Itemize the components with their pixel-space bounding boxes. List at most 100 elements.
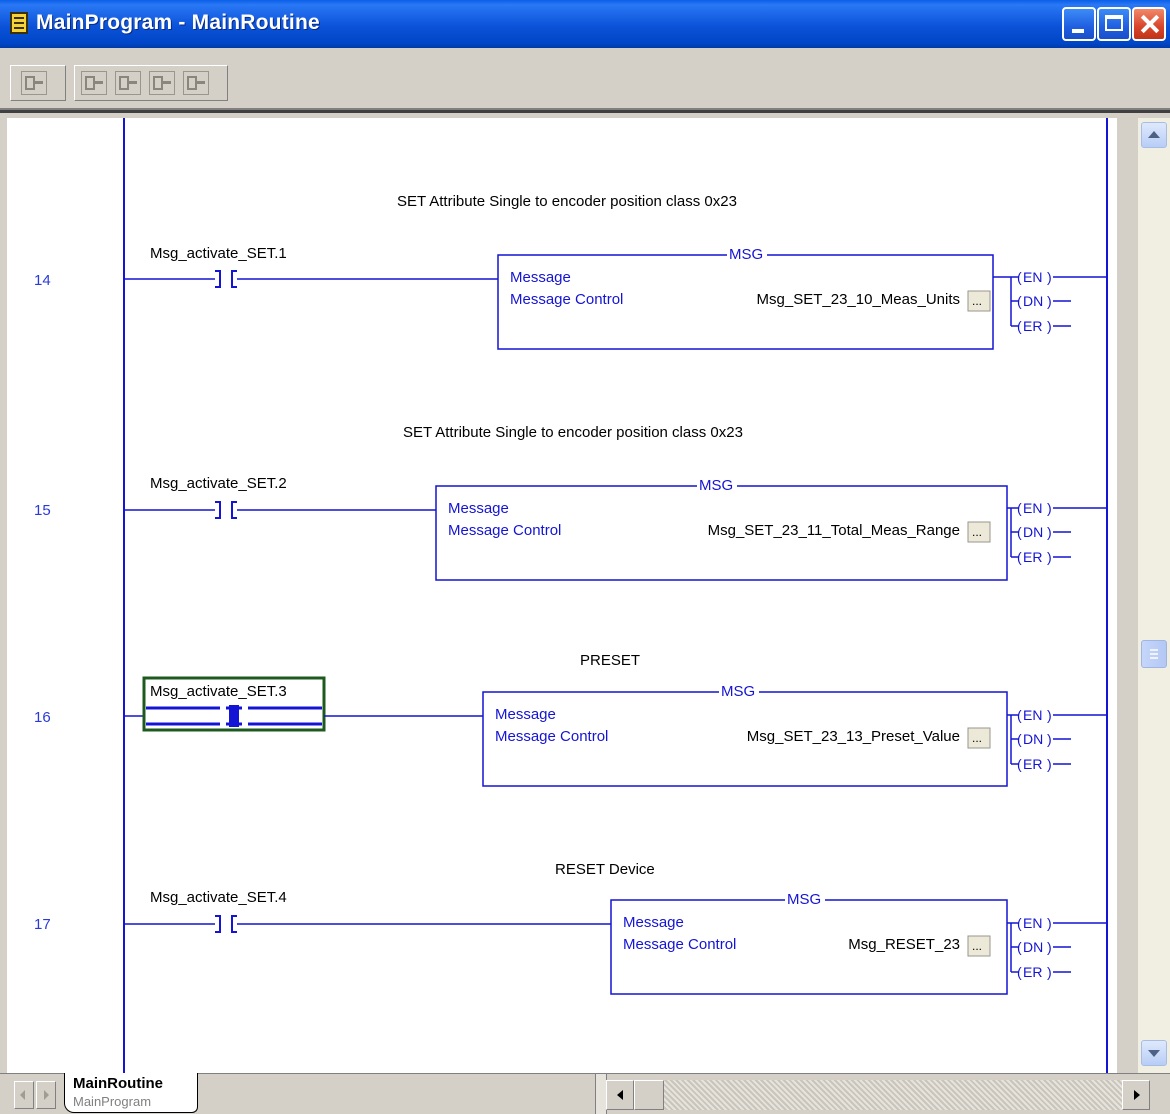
routine-tab-program: MainProgram: [73, 1094, 152, 1109]
browse-button[interactable]: ...: [967, 290, 991, 312]
msg-control-tag: Msg_SET_23_13_Preset_Value: [747, 728, 960, 745]
svg-text:(: (: [1017, 756, 1022, 772]
svg-text:(: (: [1017, 964, 1022, 980]
svg-text:(: (: [1017, 293, 1022, 309]
svg-text:(: (: [1017, 318, 1022, 334]
svg-text:): ): [1047, 915, 1052, 931]
instruction-name: MSG: [787, 891, 821, 908]
msg-field-label: Message: [510, 269, 571, 286]
svg-text:ER: ER: [1023, 964, 1042, 980]
msg-field-label: Message Control: [623, 936, 736, 953]
toolbar: [0, 48, 1170, 110]
rung-comment: RESET Device: [555, 861, 655, 878]
bottom-bar: MainRoutine MainProgram: [0, 1073, 1170, 1114]
svg-text:DN: DN: [1023, 731, 1043, 747]
svg-text:...: ...: [972, 294, 982, 308]
svg-text:DN: DN: [1023, 293, 1043, 309]
tab-strip: [206, 1078, 596, 1110]
routine-tab-name: MainRoutine: [73, 1075, 163, 1092]
title-bar[interactable]: MainProgram - MainRoutine: [0, 0, 1170, 48]
ladder-editor[interactable]: 14 SET Attribute Single to encoder posit…: [7, 118, 1117, 1073]
rung-number: 17: [34, 916, 51, 933]
rung-comment: SET Attribute Single to encoder position…: [403, 424, 743, 441]
svg-text:(: (: [1017, 939, 1022, 955]
rung-comment: SET Attribute Single to encoder position…: [397, 193, 737, 210]
add-branch-level-icon[interactable]: [115, 71, 141, 95]
routine-icon: [10, 12, 28, 34]
rung-15[interactable]: 15 SET Attribute Single to encoder posit…: [34, 424, 1107, 581]
tab-scroll-left-icon[interactable]: [14, 1081, 34, 1109]
selected-contact[interactable]: Msg_activate_SET.3: [142, 676, 326, 732]
vertical-scrollbar[interactable]: [1138, 118, 1170, 1073]
browse-button[interactable]: ...: [967, 935, 991, 957]
rung-16[interactable]: 16 PRESET Msg_activate_SET.3 MSG Message…: [34, 652, 1107, 787]
append-instruction-icon[interactable]: [183, 71, 209, 95]
svg-text:): ): [1047, 939, 1052, 955]
output-coils: (EN) (DN) (ER): [1007, 707, 1107, 772]
horizontal-scroll-thumb[interactable]: [634, 1080, 664, 1110]
svg-text:(: (: [1017, 915, 1022, 931]
svg-text:...: ...: [972, 525, 982, 539]
svg-text:EN: EN: [1023, 915, 1042, 931]
rung-comment: PRESET: [580, 652, 640, 669]
svg-text:(: (: [1017, 731, 1022, 747]
maximize-button[interactable]: [1097, 7, 1131, 41]
xic-contact[interactable]: [215, 915, 237, 933]
svg-text:DN: DN: [1023, 524, 1043, 540]
svg-text:): ): [1047, 964, 1052, 980]
instruction-name: MSG: [729, 246, 763, 263]
insert-instruction-icon[interactable]: [149, 71, 175, 95]
minimize-button[interactable]: [1062, 7, 1096, 41]
svg-text:): ): [1047, 756, 1052, 772]
toolbar-group-branch: [74, 65, 228, 101]
svg-text:): ): [1047, 500, 1052, 516]
msg-field-label: Message Control: [510, 291, 623, 308]
xic-contact[interactable]: [215, 501, 237, 519]
routine-tab[interactable]: MainRoutine MainProgram: [64, 1073, 198, 1113]
add-branch-icon[interactable]: [81, 71, 107, 95]
msg-field-label: Message: [623, 914, 684, 931]
ladder-diagram: 14 SET Attribute Single to encoder posit…: [34, 118, 1108, 1073]
instruction-name: MSG: [699, 477, 733, 494]
rung-number: 15: [34, 502, 51, 519]
svg-text:(: (: [1017, 707, 1022, 723]
xic-contact[interactable]: [215, 270, 237, 288]
msg-field-label: Message: [495, 706, 556, 723]
svg-text:(: (: [1017, 549, 1022, 565]
msg-control-tag: Msg_RESET_23: [848, 936, 960, 953]
scroll-right-button[interactable]: [1122, 1080, 1150, 1110]
rung-17[interactable]: 17 RESET Device Msg_activate_SET.4 MSG M…: [34, 861, 1107, 995]
svg-text:): ): [1047, 549, 1052, 565]
svg-text:EN: EN: [1023, 269, 1042, 285]
svg-text:...: ...: [972, 731, 982, 745]
close-button[interactable]: [1132, 7, 1166, 41]
svg-text:(: (: [1017, 524, 1022, 540]
svg-text:ER: ER: [1023, 318, 1042, 334]
svg-text:EN: EN: [1023, 707, 1042, 723]
scroll-left-button[interactable]: [606, 1080, 634, 1110]
svg-text:ER: ER: [1023, 756, 1042, 772]
tab-scroll-right-icon[interactable]: [36, 1081, 56, 1109]
svg-text:): ): [1047, 524, 1052, 540]
horizontal-scrollbar[interactable]: [606, 1080, 1150, 1110]
msg-field-label: Message Control: [495, 728, 608, 745]
contact-tag: Msg_activate_SET.2: [150, 475, 287, 492]
svg-text:(: (: [1017, 269, 1022, 285]
msg-control-tag: Msg_SET_23_10_Meas_Units: [757, 291, 960, 308]
scroll-up-button[interactable]: [1141, 122, 1167, 148]
browse-button[interactable]: ...: [967, 727, 991, 749]
rung-number: 16: [34, 709, 51, 726]
msg-field-label: Message Control: [448, 522, 561, 539]
rung-number: 14: [34, 272, 51, 289]
rung-14[interactable]: 14 SET Attribute Single to encoder posit…: [34, 193, 1107, 350]
window-title: MainProgram - MainRoutine: [36, 11, 320, 34]
msg-field-label: Message: [448, 500, 509, 517]
add-rung-icon[interactable]: [21, 71, 47, 95]
scroll-thumb[interactable]: [1141, 640, 1167, 668]
scroll-down-button[interactable]: [1141, 1040, 1167, 1066]
svg-text:EN: EN: [1023, 500, 1042, 516]
browse-button[interactable]: ...: [967, 521, 991, 543]
svg-text:): ): [1047, 731, 1052, 747]
contact-tag: Msg_activate_SET.1: [150, 245, 287, 262]
svg-text:(: (: [1017, 500, 1022, 516]
